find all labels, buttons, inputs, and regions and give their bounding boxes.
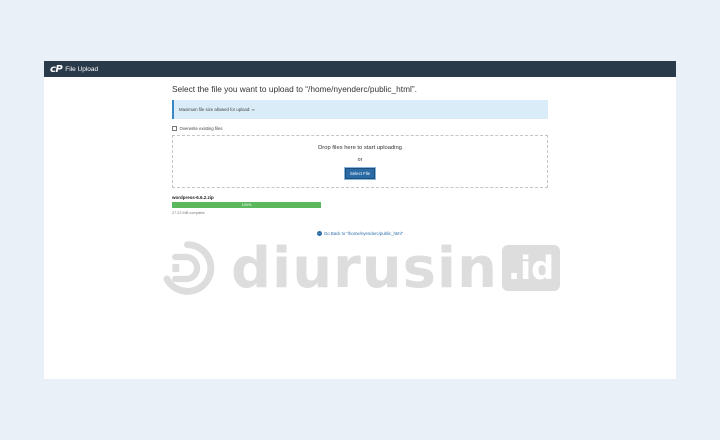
watermark-text: diurusin (230, 235, 498, 301)
or-text: or (357, 157, 363, 163)
max-size-text: Maximum file size allowed for upload: ∞ (179, 107, 255, 112)
upload-progress-bar: 100% (172, 202, 321, 208)
upload-content: Select the file you want to upload to “/… (172, 77, 548, 236)
overwrite-checkbox[interactable] (172, 126, 177, 131)
drop-zone-text: Drop files here to start uploading (318, 145, 402, 151)
watermark-badge: .id (501, 245, 560, 291)
watermark: diurusin .id (160, 228, 560, 308)
progress-label: 100% (241, 203, 252, 207)
uploaded-file-name: wordpress-6.6.2.zip (172, 195, 214, 200)
page-title: File Upload (65, 65, 99, 73)
max-size-info-box: Maximum file size allowed for upload: ∞ (172, 100, 548, 119)
watermark-logo-icon (163, 241, 215, 295)
overwrite-option[interactable]: Overwrite existing files (172, 126, 548, 131)
cpanel-logo-icon[interactable]: cP (50, 64, 63, 75)
top-bar: cP File Upload (44, 61, 676, 77)
overwrite-label: Overwrite existing files (179, 126, 223, 131)
upload-progress-fill: 100% (172, 202, 321, 208)
file-upload-window: cP File Upload Select the file you want … (44, 61, 676, 379)
select-file-button[interactable]: Select File (343, 167, 377, 180)
drop-zone[interactable]: Drop files here to start uploading or Se… (172, 135, 548, 188)
upload-size-text: 27.22 MB complete (172, 211, 205, 215)
upload-heading: Select the file you want to upload to “/… (172, 84, 417, 94)
